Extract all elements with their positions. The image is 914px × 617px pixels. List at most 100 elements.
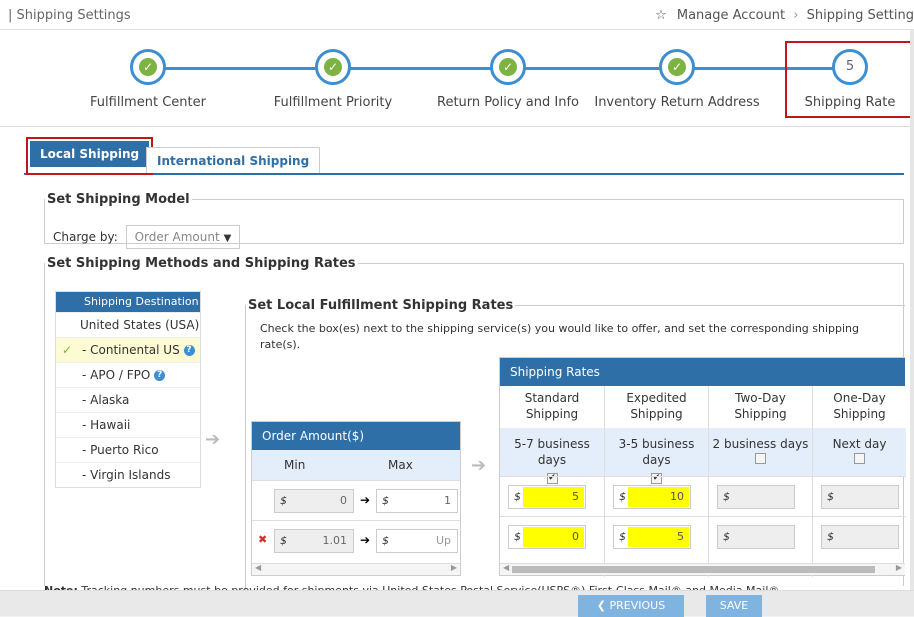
tab-international-shipping[interactable]: International Shipping	[146, 147, 321, 173]
arrow-right-icon: ➔	[360, 533, 371, 547]
service-days: 3-5 business days ✔	[605, 428, 708, 484]
shipping-methods-section: Set Shipping Methods and Shipping Rates …	[44, 256, 906, 598]
service-days: Next day	[813, 428, 906, 476]
charge-by-label: Charge by:	[53, 230, 118, 244]
rate-input[interactable]: $	[717, 525, 795, 549]
rate-cell: $0	[500, 516, 604, 556]
right-edge-shadow	[910, 30, 914, 590]
step-label: Inventory Return Address	[594, 95, 760, 110]
caret-down-icon: ▼	[223, 233, 232, 244]
max-input[interactable]: $1	[376, 489, 458, 513]
step-label: Return Policy and Info	[437, 95, 579, 110]
scroll-right-icon[interactable]: ▶	[896, 563, 902, 572]
destination-item-hawaii[interactable]: - Hawaii	[56, 412, 200, 437]
breadcrumb-shipping-setting: Shipping Setting	[806, 8, 914, 23]
tab-local-shipping[interactable]: Local Shipping	[30, 141, 150, 167]
service-column-expedited: Expedited Shipping 3-5 business days ✔ $10…	[604, 386, 708, 577]
min-input[interactable]: $0	[274, 489, 354, 513]
shipping-rates-table: Shipping Rates Standard Shipping 5-7 busi…	[499, 357, 906, 577]
rate-input[interactable]: $	[717, 485, 795, 509]
destination-item-usa[interactable]: United States (USA)	[56, 312, 200, 337]
shipping-tabs: Local Shipping International Shipping	[24, 137, 904, 175]
service-name: One-Day Shipping	[813, 386, 906, 428]
check-icon: ✓	[139, 58, 157, 76]
destination-item-apo-fpo[interactable]: - APO / FPO ?	[56, 362, 200, 387]
breadcrumb-separator-icon: ›	[793, 8, 799, 23]
destination-header: Shipping Destination	[56, 292, 200, 312]
save-button[interactable]: SAVE	[706, 595, 762, 617]
service-column-one-day: One-Day Shipping Next day $ $	[812, 386, 906, 577]
scroll-left-icon[interactable]: ◀	[503, 563, 509, 572]
charge-by-select[interactable]: Order Amount ▼	[125, 225, 241, 249]
local-rates-legend: Set Local Fulfillment Shipping Rates	[248, 298, 514, 313]
step-label: Fulfillment Center	[90, 95, 206, 110]
destination-item-alaska[interactable]: - Alaska	[56, 387, 200, 412]
breadcrumb-manage-account[interactable]: Manage Account	[677, 8, 785, 23]
rate-input[interactable]: $	[821, 525, 899, 549]
order-amount-row: $0 ➔ $1	[252, 480, 460, 520]
service-days: 2 business days	[709, 428, 812, 476]
order-amount-scrollbar[interactable]: ◀ ▶	[252, 563, 460, 575]
max-column-header: Max	[388, 458, 413, 472]
shipping-methods-legend: Set Shipping Methods and Shipping Rates	[47, 256, 356, 271]
step-shipping-rate[interactable]: 5 Shipping Rate	[785, 41, 914, 118]
shipping-model-legend: Set Shipping Model	[47, 192, 190, 207]
rates-scrollbar[interactable]: ◀ ▶	[500, 563, 905, 575]
rate-cell: $	[813, 516, 906, 556]
footer-bar: ❮ PREVIOUS SAVE	[0, 590, 914, 617]
progress-stepper: ✓ Fulfillment Center ✓ Fulfillment Prior…	[0, 30, 914, 127]
service-name: Standard Shipping	[500, 386, 604, 428]
previous-arrow-icon: ❮	[596, 599, 607, 612]
step-circle: ✓	[490, 49, 526, 85]
rate-input[interactable]: $	[821, 485, 899, 509]
help-icon[interactable]: ?	[154, 370, 166, 381]
rate-cell: $	[709, 516, 812, 556]
order-amount-table: Order Amount($) Min Max $0 ➔ $1 ✖ $1.01 …	[251, 421, 461, 576]
destination-item-puerto-rico[interactable]: - Puerto Rico	[56, 437, 200, 462]
rate-input[interactable]: $5	[508, 485, 586, 509]
arrow-right-icon: ➔	[205, 429, 221, 450]
min-column-header: Min	[284, 458, 306, 472]
step-circle: 5	[832, 49, 868, 85]
order-amount-columns: Min Max	[252, 450, 460, 480]
step-fulfillment-priority[interactable]: ✓ Fulfillment Priority	[243, 49, 423, 110]
step-circle: ✓	[659, 49, 695, 85]
star-icon[interactable]: ☆	[655, 8, 667, 23]
step-fulfillment-center[interactable]: ✓ Fulfillment Center	[58, 49, 238, 110]
check-icon: ✓	[499, 58, 517, 76]
breadcrumb: ☆ Manage Account › Shipping Setting	[655, 8, 914, 23]
rate-input[interactable]: $10	[613, 485, 691, 509]
destination-item-continental-us[interactable]: ✓ - Continental US ?	[56, 337, 200, 362]
help-icon[interactable]: ?	[183, 345, 195, 356]
shipping-rates-header: Shipping Rates	[500, 358, 905, 386]
max-input[interactable]: $ Up	[376, 529, 458, 553]
check-icon: ✓	[324, 58, 342, 76]
rate-cell: $5	[500, 476, 604, 516]
delete-row-icon[interactable]: ✖	[258, 533, 267, 546]
rate-cell: $	[813, 476, 906, 516]
check-icon: ✓	[668, 58, 686, 76]
service-column-standard: Standard Shipping 5-7 business days ✔ $5 $…	[500, 386, 604, 577]
destination-item-virgin-islands[interactable]: - Virgin Islands	[56, 462, 200, 487]
scrollbar-thumb[interactable]	[512, 566, 875, 573]
tab-highlight: Local Shipping	[26, 137, 154, 175]
step-inventory-return-address[interactable]: ✓ Inventory Return Address	[587, 49, 767, 110]
scroll-left-icon[interactable]: ◀	[255, 563, 261, 572]
service-checkbox[interactable]	[854, 453, 865, 464]
step-return-policy[interactable]: ✓ Return Policy and Info	[418, 49, 598, 110]
min-input[interactable]: $1.01	[274, 529, 354, 553]
rate-cell: $	[709, 476, 812, 516]
shipping-model-section: Set Shipping Model Charge by: Order Amou…	[44, 192, 904, 249]
rate-input[interactable]: $0	[508, 525, 586, 549]
previous-button[interactable]: ❮ PREVIOUS	[578, 595, 684, 617]
arrow-right-icon: ➔	[471, 455, 487, 476]
service-column-two-day: Two-Day Shipping 2 business days $ $	[708, 386, 812, 577]
rate-cell: $10	[605, 476, 708, 516]
step-circle: ✓	[130, 49, 166, 85]
service-checkbox[interactable]	[755, 453, 766, 464]
order-amount-row: ✖ $1.01 ➔ $ Up	[252, 520, 460, 560]
step-label: Fulfillment Priority	[273, 95, 393, 110]
scroll-right-icon[interactable]: ▶	[451, 563, 457, 572]
step-number: 5	[845, 59, 855, 74]
rate-input[interactable]: $5	[613, 525, 691, 549]
